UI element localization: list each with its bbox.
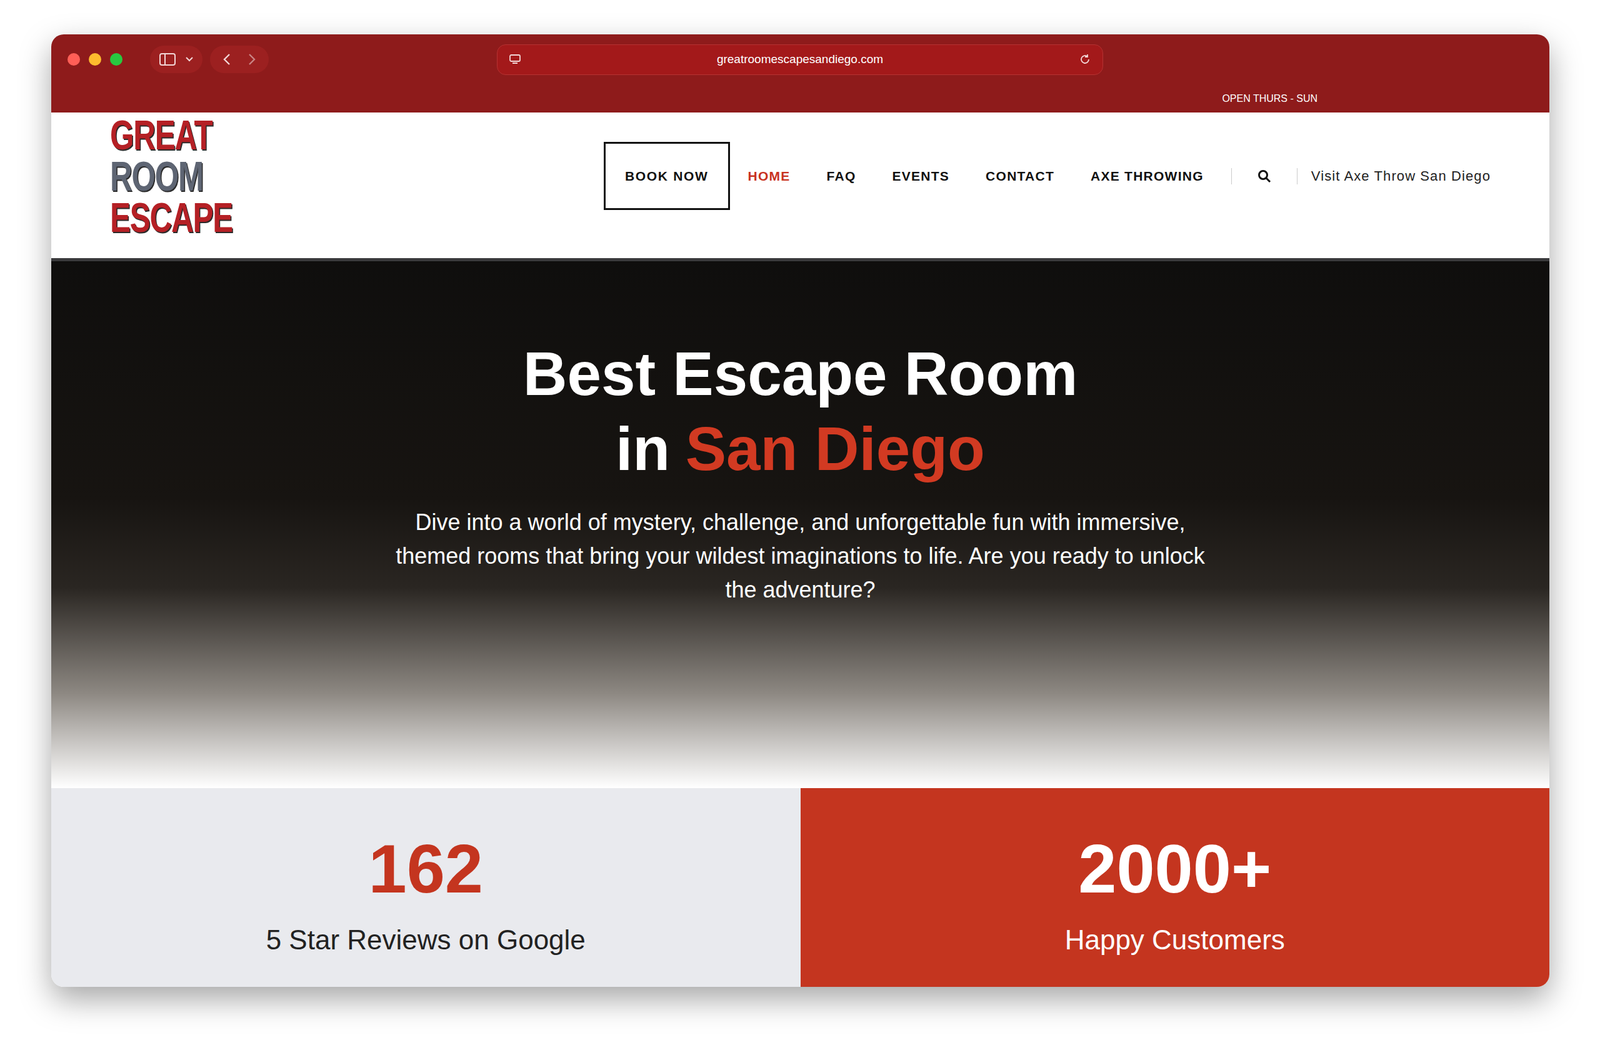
- external-link[interactable]: Visit Axe Throw San Diego: [1311, 165, 1491, 187]
- opening-hours: OPEN THURS - SUN: [1221, 91, 1318, 107]
- book-now-button[interactable]: BOOK NOW: [603, 141, 730, 210]
- logo-line[interactable]: ESCAPE: [110, 196, 214, 239]
- stat-value: 2000+: [1078, 834, 1272, 904]
- main-nav: BOOK NOW HOME FAQ EVENTS CONTACT AXE THROWIN…: [603, 141, 1491, 210]
- zoom-button[interactable]: [110, 53, 123, 66]
- forward-icon[interactable]: [247, 52, 257, 67]
- nav-item[interactable]: EVENTS: [892, 166, 950, 187]
- logo[interactable]: GREATROOMESCAPE: [110, 112, 248, 239]
- address-bar[interactable]: greatroomescapesandiego.com: [496, 44, 1104, 75]
- stat-card: 2000+ Happy Customers: [800, 788, 1550, 987]
- stat-value: 162: [368, 834, 484, 904]
- stat-label: Happy Customers: [1065, 923, 1285, 957]
- back-icon[interactable]: [222, 52, 232, 67]
- logo-line[interactable]: GREAT: [110, 114, 214, 156]
- site-header: GREATROOMESCAPE BOOK NOW HOME FAQ EVENTS CO…: [51, 112, 1550, 259]
- reload-icon[interactable]: [1078, 53, 1092, 66]
- nav-item[interactable]: CONTACT: [985, 166, 1055, 187]
- minimize-button[interactable]: [88, 53, 102, 66]
- nav-separator: [1231, 168, 1232, 185]
- nav-item[interactable]: AXE THROWING: [1090, 166, 1204, 187]
- nav-separator: [1296, 168, 1298, 185]
- close-button[interactable]: [67, 53, 80, 66]
- browser-window: greatroomescapesandiego.com OPEN THURS -…: [51, 34, 1550, 987]
- hero: Best Escape Room inSan Diego Dive into a…: [51, 261, 1550, 789]
- chevron-down-icon[interactable]: [185, 56, 194, 63]
- browser-toolbar: greatroomescapesandiego.com: [51, 34, 1550, 85]
- hero-description: Dive into a world of mystery, challenge,…: [381, 505, 1220, 607]
- top-bar: OPEN THURS - SUN: [51, 84, 1550, 113]
- stat-label: 5 Star Reviews on Google: [266, 923, 586, 957]
- hero-title: Best Escape Room inSan Diego: [523, 336, 1079, 487]
- nav-item[interactable]: FAQ: [826, 166, 857, 187]
- logo-line[interactable]: ROOM: [110, 155, 214, 197]
- sidebar-icon[interactable]: [158, 52, 177, 67]
- nav-item[interactable]: HOME: [748, 166, 791, 187]
- stats: 162 5 Star Reviews on Google 2000+ Happy Cu…: [51, 788, 1550, 987]
- search-icon[interactable]: [1256, 168, 1272, 184]
- stat-card: 162 5 Star Reviews on Google: [51, 788, 801, 987]
- page-menu-icon[interactable]: [508, 53, 522, 66]
- url-text[interactable]: greatroomescapesandiego.com: [716, 50, 884, 69]
